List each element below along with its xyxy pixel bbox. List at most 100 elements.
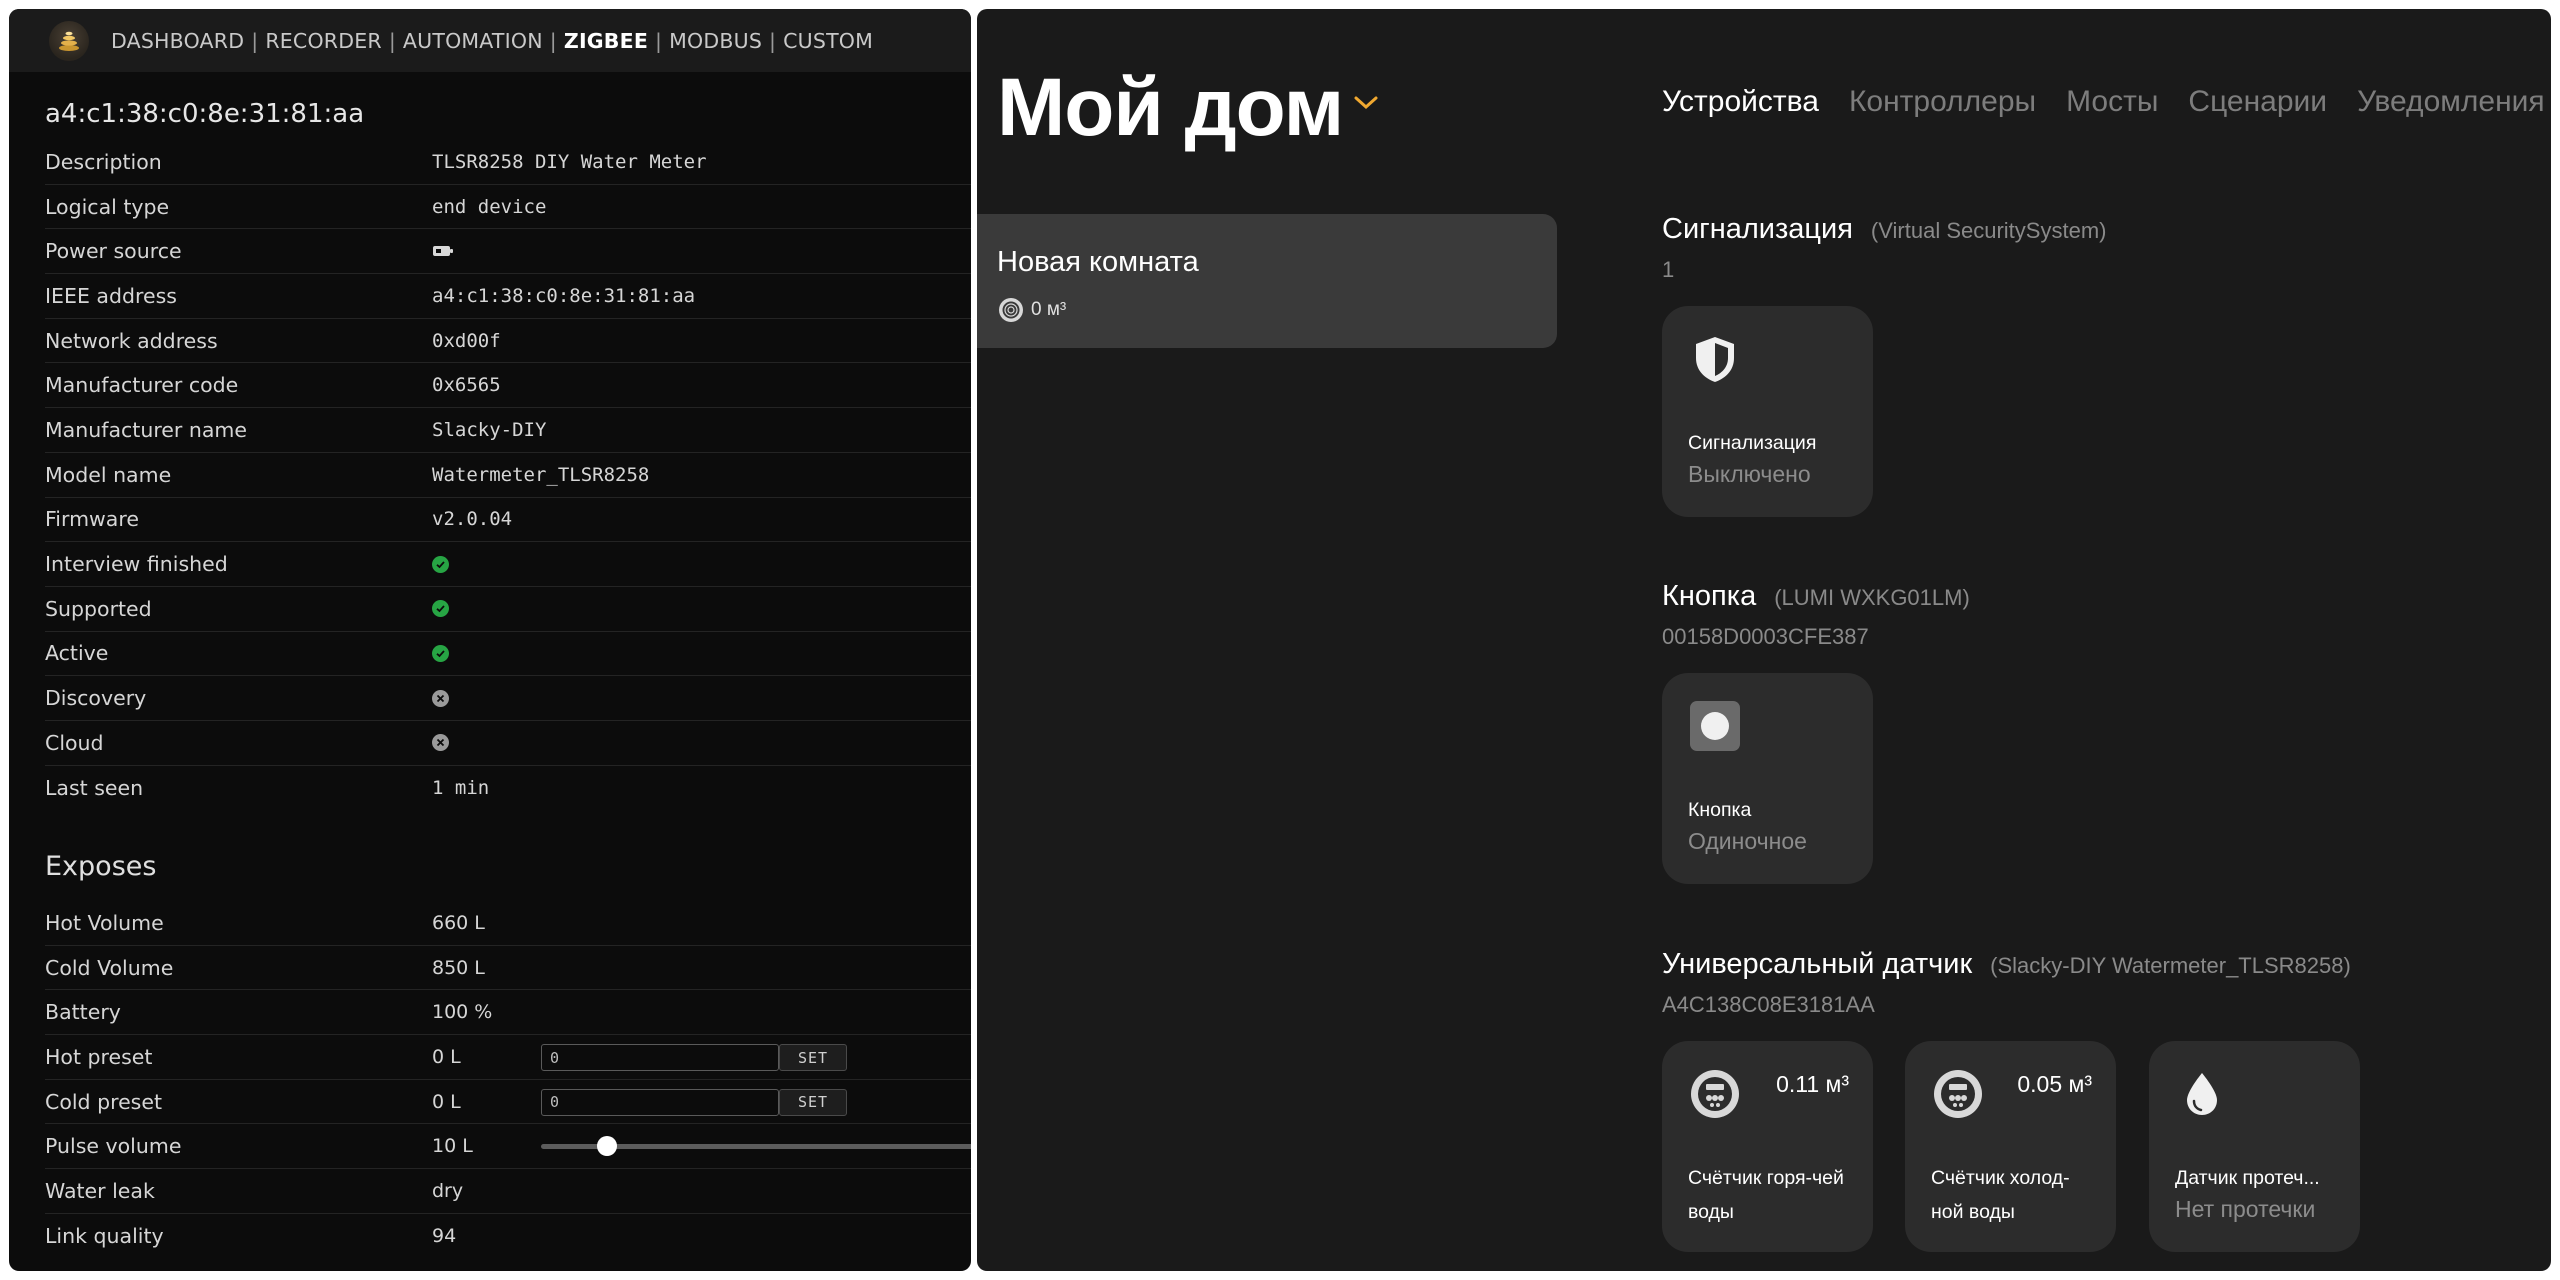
property-label: Cloud <box>45 730 104 755</box>
tab-notifications[interactable]: Уведомления <box>2357 85 2545 119</box>
hot-preset-input[interactable] <box>541 1044 779 1072</box>
cross-icon <box>432 689 449 707</box>
nav-automation[interactable]: AUTOMATION <box>403 29 543 53</box>
device-card-value: 0.11 м³ <box>1776 1071 1849 1097</box>
shield-icon <box>1696 337 1734 382</box>
property-row: Logical type end device <box>45 185 971 230</box>
property-value: v2.0.04 <box>432 508 513 531</box>
expose-value: 0 L <box>432 1045 461 1068</box>
device-card-hot-water-meter[interactable]: 0.11 м³ Счётчик горя-чей воды <box>1662 1041 1873 1252</box>
property-row: Description TLSR8258 DIY Water Meter <box>45 140 971 185</box>
property-value: TLSR8258 DIY Water Meter <box>432 150 707 173</box>
device-card-name: Сигнализация <box>1688 432 1817 454</box>
cold-preset-set-button[interactable]: SET <box>779 1088 847 1116</box>
cross-icon <box>432 734 449 752</box>
group-device-id: A4C138C08E3181AA <box>1662 992 1875 1017</box>
hot-preset-set-button[interactable]: SET <box>779 1044 847 1072</box>
expose-value: dry <box>432 1179 464 1202</box>
home-title[interactable]: Мой дом <box>997 61 1344 155</box>
top-navigation-bar: DASHBOARD | RECORDER | AUTOMATION | ZIGBEE | MOD… <box>9 9 971 72</box>
property-value: 1 min <box>432 776 490 799</box>
group-name: Универсальный датчик <box>1662 948 1973 980</box>
nav-dashboard[interactable]: DASHBOARD <box>111 29 244 53</box>
device-card-name: Кнопка <box>1688 799 1752 821</box>
device-card-alarm[interactable]: Сигнализация Выключено <box>1662 306 1873 517</box>
property-value: 0x6565 <box>432 374 501 397</box>
group-name: Кнопка <box>1662 580 1757 612</box>
expose-row: Pulse volume 10 L <box>45 1124 971 1170</box>
cold-preset-input[interactable] <box>541 1088 779 1116</box>
tab-bridges[interactable]: Мосты <box>2066 85 2158 119</box>
tab-devices[interactable]: Устройства <box>1662 85 1819 119</box>
smart-home-panel: Мой дом Устройства Контроллеры Мосты Сце… <box>977 9 2551 1271</box>
property-label: Discovery <box>45 686 147 711</box>
group-model: (LUMI WXKG01LM) <box>1774 585 1970 610</box>
device-properties-table: Description TLSR8258 DIY Water Meter Logi… <box>45 140 971 810</box>
property-value: Slacky-DIY <box>432 418 547 441</box>
property-label: Model name <box>45 462 172 487</box>
main-tabs: Устройства Контроллеры Мосты Сценарии Ув… <box>1662 85 2551 119</box>
expose-value: 10 L <box>432 1135 473 1158</box>
property-row: Power source <box>45 229 971 275</box>
expose-row: Hot preset 0 L SET <box>45 1035 971 1080</box>
nav-separator: | <box>655 28 663 53</box>
property-row: Model name Watermeter_TLSR8258 <box>45 453 971 498</box>
device-title: a4:c1:38:c0:8e:31:81:aa <box>45 99 365 129</box>
property-row: Supported <box>45 587 971 632</box>
expose-row: Hot Volume 660 L <box>45 901 971 946</box>
pulse-volume-slider-thumb[interactable] <box>597 1136 617 1157</box>
property-label: Interview finished <box>45 552 228 577</box>
tab-controllers[interactable]: Контроллеры <box>1849 85 2036 119</box>
device-group-title: Универсальный датчик (Slacky-DIY Waterme… <box>1662 948 2351 981</box>
nav-recorder[interactable]: RECORDER <box>265 29 381 53</box>
device-card-state: Одиночное <box>1688 828 1807 854</box>
property-value <box>432 734 449 752</box>
property-label: Supported <box>45 596 152 621</box>
property-row: Network address 0xd00f <box>45 319 971 364</box>
chevron-down-icon[interactable] <box>1353 95 1379 111</box>
property-label: Network address <box>45 328 218 353</box>
device-card-state: Нет протечки <box>2175 1196 2316 1222</box>
nav-separator: | <box>549 28 557 53</box>
property-row: Firmware v2.0.04 <box>45 498 971 543</box>
zigbee-device-panel: DASHBOARD | RECORDER | AUTOMATION | ZIGBEE | MOD… <box>9 9 971 1271</box>
expose-value: 850 L <box>432 956 485 979</box>
property-label: Manufacturer name <box>45 417 247 442</box>
nav-modbus[interactable]: MODBUS <box>669 29 762 53</box>
app-logo-icon[interactable] <box>49 20 89 61</box>
device-card-button[interactable]: Кнопка Одиночное <box>1662 673 1873 884</box>
exposes-table: Hot Volume 660 L Cold Volume 850 L Battery… <box>45 901 971 1259</box>
expose-value: 100 % <box>432 1001 493 1024</box>
tab-scenarios[interactable]: Сценарии <box>2188 85 2327 119</box>
water-meter-icon <box>1934 1070 1982 1118</box>
exposes-heading: Exposes <box>45 851 157 882</box>
expose-label: Water leak <box>45 1178 155 1203</box>
expose-label: Hot preset <box>45 1044 153 1069</box>
property-label: IEEE address <box>45 283 177 308</box>
property-value: end device <box>432 195 547 218</box>
property-row: Manufacturer code 0x6565 <box>45 363 971 409</box>
expose-value: 94 <box>432 1225 457 1248</box>
device-card-leak-sensor[interactable]: Датчик протеч... Нет протечки <box>2149 1041 2360 1252</box>
nav-custom[interactable]: CUSTOM <box>783 29 873 53</box>
nav-zigbee[interactable]: ZIGBEE <box>564 29 648 53</box>
device-card-cold-water-meter[interactable]: 0.05 м³ Счётчик холод-ной воды <box>1905 1041 2116 1252</box>
expose-label: Cold preset <box>45 1089 163 1114</box>
check-icon <box>432 555 449 573</box>
check-icon <box>432 644 449 662</box>
device-card-value: 0.05 м³ <box>2017 1071 2092 1097</box>
property-value <box>432 245 454 257</box>
property-value: a4:c1:38:c0:8e:31:81:aa <box>432 284 696 307</box>
property-label: Description <box>45 149 162 174</box>
device-group-title: Сигнализация (Virtual SecuritySystem) <box>1662 213 2106 246</box>
room-card[interactable]: Новая комната 0 м³ <box>977 214 1557 348</box>
water-meter-icon <box>1691 1070 1739 1118</box>
property-label: Active <box>45 641 109 666</box>
expose-value: 0 L <box>432 1090 461 1113</box>
water-drop-icon <box>2187 1073 2217 1115</box>
property-row: IEEE address a4:c1:38:c0:8e:31:81:aa <box>45 274 971 319</box>
property-row: Last seen 1 min <box>45 766 971 811</box>
property-value: 0xd00f <box>432 329 501 352</box>
expose-label: Pulse volume <box>45 1134 182 1159</box>
property-row: Cloud <box>45 721 971 766</box>
